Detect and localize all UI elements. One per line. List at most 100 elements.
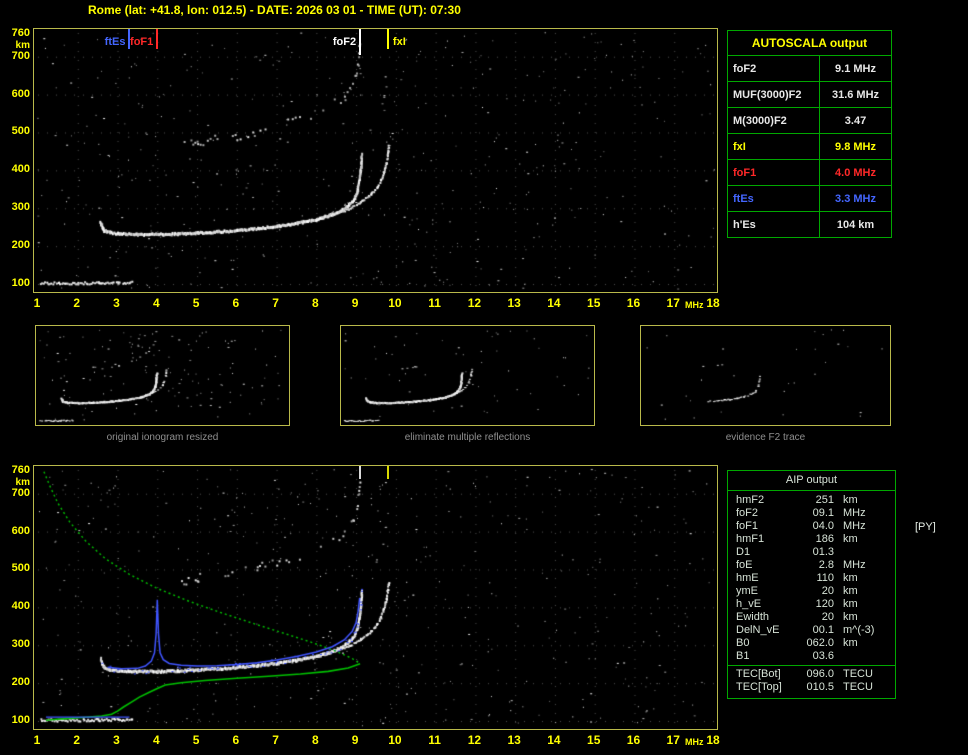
aip-row-unit: MHz (843, 507, 866, 519)
aip-row-label: h_vE (736, 598, 762, 610)
aip-row: D1 01.3 (728, 546, 895, 559)
thumbnail-f2-trace (640, 325, 891, 426)
thumbnail-canvas-f2 (641, 326, 888, 423)
x-axis-tick-top: 16 (626, 296, 641, 310)
aip-row-value: 01.3 (812, 546, 834, 558)
aip-row-unit (834, 546, 843, 559)
aip-output-table: AIP output hmF2 251 km foF2 09.1 MHz foF1 04.0 M… (727, 470, 896, 699)
y-axis-tick-top: 300 (11, 201, 30, 214)
aip-row: DelN_vE 00.1 m^(-3) (728, 624, 895, 637)
y-axis-tick-bottom: 100 (11, 714, 30, 726)
autoscala-output-table: AUTOSCALA output foF2 9.1 MHz MUF(3000)F2 3… (727, 30, 892, 238)
x-axis-tick-top: 10 (388, 296, 402, 310)
aip-row-value: 2.8 (818, 559, 834, 571)
aip-row: foF2 09.1 MHz (728, 507, 895, 520)
aip-row: Ewidth 20 km (728, 611, 895, 624)
aip-row-unit: MHz (843, 559, 866, 571)
aip-row-value: 09.1 (812, 507, 834, 519)
aip-row-value: 110 (816, 572, 834, 584)
aip-row-value: 20 (821, 611, 834, 623)
aip-row: foF1 04.0 MHz (728, 520, 895, 533)
x-axis-tick-bottom: 5 (192, 733, 200, 747)
aip-row-label: hmE (736, 572, 759, 584)
autoscala-table-rows: foF2 9.1 MHz MUF(3000)F2 31.6 MHz M(3000)F2 3… (728, 55, 891, 237)
autoscala-row-value: 9.1 MHz (835, 62, 876, 75)
y-axis-tick-top: 600 (11, 87, 30, 100)
thumbnail-canvas-original (36, 326, 287, 423)
autoscala-row: fxI 9.8 MHz (728, 133, 891, 159)
y-axis-tick-bottom: 760 (11, 464, 30, 476)
aip-row: TEC[Top] 010.5 TECU (728, 681, 895, 694)
aip-row-label: B0 (736, 637, 750, 649)
x-axis-tick-top: 9 (351, 296, 359, 310)
x-axis-tick-bottom: 14 (547, 733, 561, 747)
aip-note-py: [PY] (915, 521, 936, 533)
y-axis-tick-top: 760 (11, 27, 30, 39)
autoscala-row: h'Es 104 km (728, 211, 891, 237)
aip-table-rows: hmF2 251 km foF2 09.1 MHz foF1 04.0 MHz hmF1 186 km… (728, 491, 895, 698)
aip-row-value: 062.0 (806, 637, 834, 649)
aip-row: ymE 20 km (728, 585, 895, 598)
autoscala-row-label: ftEs (728, 186, 820, 211)
x-axis-tick-top: 2 (73, 296, 81, 310)
x-axis-tick-bottom: 3 (113, 733, 120, 747)
page-title: Rome (lat: +41.8, lon: 012.5) - DATE: 20… (88, 3, 461, 17)
x-axis-tick-top: 1 (33, 296, 41, 310)
x-axis-tick-bottom: 8 (312, 733, 319, 747)
aip-row-label: TEC[Top] (736, 681, 782, 693)
x-axis-tick-top: 6 (232, 296, 240, 310)
thumbnail-multiple-reflections-removed (340, 325, 595, 426)
aip-row-value: 010.5 (806, 681, 834, 693)
aip-row-unit: MHz (843, 520, 866, 532)
aip-row-unit: km (843, 572, 858, 584)
x-axis-tick-top: 11 (428, 296, 441, 310)
y-axis-tick-bottom: 600 (11, 524, 30, 537)
aip-row: B1 03.6 (728, 650, 895, 663)
y-axis-tick-top: 100 (11, 277, 30, 289)
ionogram-panel-top: ftEs foF1 foF2 fxI (33, 28, 718, 293)
thumbnail-canvas-cleaned (341, 326, 592, 423)
aip-row-value: 096.0 (806, 668, 834, 680)
aip-row-unit: m^(-3) (843, 624, 875, 636)
autoscala-row-value: 4.0 MHz (835, 166, 876, 179)
autoscala-row: M(3000)F2 3.47 (728, 107, 891, 133)
aip-row-label: foF1 (736, 520, 759, 532)
x-axis-tick-top: 14 (547, 296, 561, 310)
autoscala-row-label: h'Es (728, 212, 820, 237)
autoscala-row-value: 104 km (836, 218, 875, 231)
thumbnail-caption-f2: evidence F2 trace (725, 432, 806, 443)
foF2-marker-label: foF2 (332, 36, 357, 48)
autoscala-row-value: 9.8 MHz (835, 140, 876, 153)
y-axis-tick-top: 500 (11, 125, 30, 138)
aip-row-unit: km (843, 494, 858, 506)
aip-row-label: B1 (736, 650, 750, 662)
foF1-marker-line (156, 29, 159, 49)
aip-row-value: 186 (815, 533, 834, 545)
aip-row-unit: TECU (843, 681, 873, 693)
x-axis-tick-top: 17 (666, 296, 680, 310)
autoscala-row-value: 3.3 MHz (835, 192, 876, 205)
autoscala-row: foF1 4.0 MHz (728, 159, 891, 185)
x-axis-unit-bottom: MHz (685, 737, 704, 747)
aip-row: B0 062.0 km (728, 637, 895, 650)
aip-separator (728, 665, 895, 666)
autoscala-row: MUF(3000)F2 31.6 MHz (728, 81, 891, 107)
aip-row-label: TEC[Bot] (736, 668, 781, 680)
autoscala-row-value: 31.6 MHz (831, 88, 880, 101)
aip-row: hmE 110 km (728, 572, 895, 585)
x-axis-tick-top: 3 (113, 296, 120, 310)
x-axis-tick-bottom: 9 (351, 733, 359, 747)
aip-row-value: 04.0 (812, 520, 834, 532)
x-axis-tick-last-bottom: 18 (706, 733, 720, 747)
aip-row-label: foE (736, 559, 753, 571)
ionogram-panel-bottom-profile (33, 465, 718, 730)
aip-row-label: DelN_vE (736, 624, 780, 636)
thumbnail-caption-original: original ionogram resized (106, 432, 219, 443)
thumbnail-original-ionogram (35, 325, 290, 426)
aip-row-unit (834, 650, 843, 663)
aip-row: hmF2 251 km (728, 494, 895, 507)
x-axis-tick-bottom: 15 (587, 733, 601, 747)
x-axis-tick-bottom: 2 (73, 733, 81, 747)
ionogram-canvas-bottom (34, 466, 717, 729)
y-axis-tick-top: 400 (11, 163, 30, 176)
